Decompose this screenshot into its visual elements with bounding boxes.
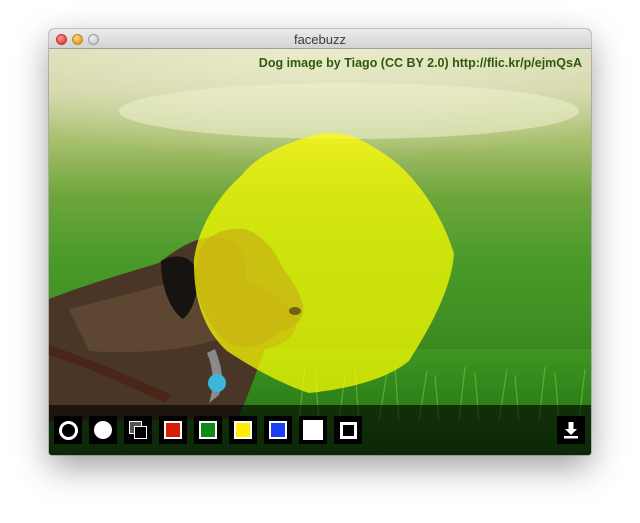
drawn-overlay	[193, 133, 454, 393]
brush-ring-tool[interactable]	[54, 416, 82, 444]
tool-bar	[49, 405, 591, 455]
dog-nose	[289, 307, 301, 315]
color-swatch-blue	[269, 421, 287, 439]
app-window: facebuzz Dog image by Tiago (CC BY 2.0) …	[49, 29, 591, 455]
brush-solid-tool[interactable]	[89, 416, 117, 444]
title-bar: facebuzz	[49, 29, 591, 49]
download-button[interactable]	[557, 416, 585, 444]
color-white-button[interactable]	[299, 416, 327, 444]
layers-tool[interactable]	[124, 416, 152, 444]
color-red-button[interactable]	[159, 416, 187, 444]
window-title: facebuzz	[293, 32, 347, 47]
color-swatch-red	[164, 421, 182, 439]
color-swatch-black	[339, 421, 357, 439]
image-credit: Dog image by Tiago (CC BY 2.0) http://fl…	[258, 56, 582, 70]
brush-solid-icon	[94, 421, 112, 439]
color-yellow-button[interactable]	[229, 416, 257, 444]
color-swatch-yellow	[234, 421, 252, 439]
drawing-canvas[interactable]: Dog image by Tiago (CC BY 2.0) http://fl…	[49, 49, 591, 455]
color-swatch-white	[303, 420, 323, 440]
layers-icon	[129, 421, 147, 439]
color-swatch-green	[199, 421, 217, 439]
color-green-button[interactable]	[194, 416, 222, 444]
brush-ring-icon	[58, 420, 78, 440]
download-icon	[564, 422, 578, 439]
color-black-button[interactable]	[334, 416, 362, 444]
color-blue-button[interactable]	[264, 416, 292, 444]
